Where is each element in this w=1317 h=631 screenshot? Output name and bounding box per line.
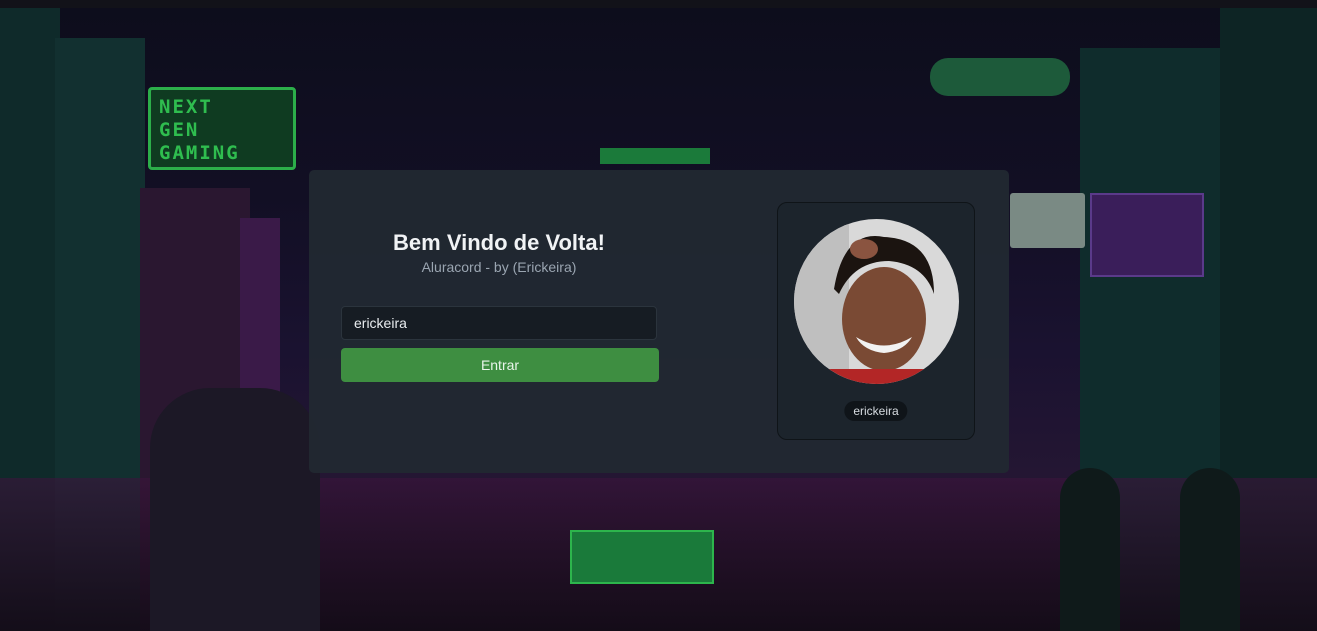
next-gen-gaming-sign: NEXT GEN GAMING <box>148 87 296 170</box>
login-card: Bem Vindo de Volta! Aluracord - by (Eric… <box>309 170 1009 473</box>
avatar <box>794 219 959 384</box>
avatar-photo <box>794 219 959 384</box>
profile-username: erickeira <box>844 401 908 421</box>
page-subtitle: Aluracord - by (Erickeira) <box>421 259 577 275</box>
top-bar <box>0 0 1317 8</box>
profile-panel: erickeira <box>777 202 975 440</box>
page-title: Bem Vindo de Volta! <box>393 230 605 255</box>
sign-line-3: GAMING <box>159 142 240 164</box>
sign-line-2: GEN <box>159 119 200 141</box>
username-input[interactable] <box>341 306 657 340</box>
sign-line-1: NEXT <box>159 96 213 118</box>
enter-button[interactable]: Entrar <box>341 348 659 382</box>
